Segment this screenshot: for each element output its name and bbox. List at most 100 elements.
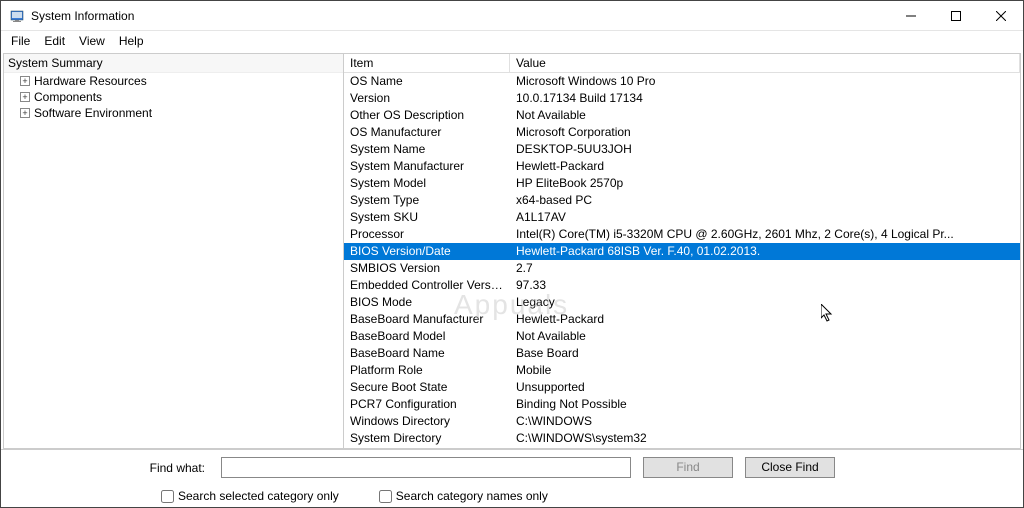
- menu-help[interactable]: Help: [113, 32, 150, 50]
- cell-item: Version: [344, 90, 510, 107]
- list-row[interactable]: Other OS DescriptionNot Available: [344, 107, 1020, 124]
- cell-item: Secure Boot State: [344, 379, 510, 396]
- find-input[interactable]: [221, 457, 631, 478]
- cell-value: Microsoft Windows 10 Pro: [510, 73, 1020, 90]
- window-title: System Information: [31, 9, 888, 23]
- close-find-button[interactable]: Close Find: [745, 457, 835, 478]
- tree-root-label[interactable]: System Summary: [4, 54, 343, 73]
- cell-value: Binding Not Possible: [510, 396, 1020, 413]
- cell-item: BaseBoard Name: [344, 345, 510, 362]
- list-row[interactable]: Version10.0.17134 Build 17134: [344, 90, 1020, 107]
- list-row[interactable]: Platform RoleMobile: [344, 362, 1020, 379]
- app-icon: [9, 8, 25, 24]
- search-selected-category-checkbox[interactable]: Search selected category only: [161, 489, 339, 503]
- column-header-item[interactable]: Item: [344, 54, 510, 72]
- list-row[interactable]: BIOS Version/DateHewlett-Packard 68ISB V…: [344, 243, 1020, 260]
- list-row[interactable]: BaseBoard ModelNot Available: [344, 328, 1020, 345]
- cell-value: Unsupported: [510, 379, 1020, 396]
- list-row[interactable]: PCR7 ConfigurationBinding Not Possible: [344, 396, 1020, 413]
- cell-item: BaseBoard Model: [344, 328, 510, 345]
- tree-item[interactable]: + Components: [4, 89, 343, 105]
- cell-value: 10.0.17134 Build 17134: [510, 90, 1020, 107]
- tree-item-label: Hardware Resources: [34, 74, 147, 88]
- cell-item: Windows Directory: [344, 413, 510, 430]
- cell-value: Legacy: [510, 294, 1020, 311]
- cell-value: 97.33: [510, 277, 1020, 294]
- list-row[interactable]: Windows DirectoryC:\WINDOWS: [344, 413, 1020, 430]
- content-area: System Summary + Hardware Resources + Compo…: [3, 53, 1021, 449]
- cell-item: System Type: [344, 192, 510, 209]
- list-row[interactable]: Secure Boot StateUnsupported: [344, 379, 1020, 396]
- menu-edit[interactable]: Edit: [38, 32, 71, 50]
- list-row[interactable]: System Typex64-based PC: [344, 192, 1020, 209]
- expand-icon[interactable]: +: [20, 76, 30, 86]
- list-row[interactable]: OS ManufacturerMicrosoft Corporation: [344, 124, 1020, 141]
- cell-value: Hewlett-Packard 68ISB Ver. F.40, 01.02.2…: [510, 243, 1020, 260]
- cell-value: A1L17AV: [510, 209, 1020, 226]
- cell-item: System Manufacturer: [344, 158, 510, 175]
- list-row[interactable]: System ManufacturerHewlett-Packard: [344, 158, 1020, 175]
- list-row[interactable]: BaseBoard NameBase Board: [344, 345, 1020, 362]
- cell-value: Base Board: [510, 345, 1020, 362]
- cell-value: Hewlett-Packard: [510, 311, 1020, 328]
- cell-value: Not Available: [510, 107, 1020, 124]
- cell-value: x64-based PC: [510, 192, 1020, 209]
- tree-item-label: Components: [34, 90, 102, 104]
- tree-item[interactable]: + Software Environment: [4, 105, 343, 121]
- cell-item: Processor: [344, 226, 510, 243]
- list-row[interactable]: System DirectoryC:\WINDOWS\system32: [344, 430, 1020, 447]
- minimize-button[interactable]: [888, 1, 933, 31]
- cell-item: BaseBoard Manufacturer: [344, 311, 510, 328]
- cell-item: BIOS Mode: [344, 294, 510, 311]
- cell-value: Intel(R) Core(TM) i5-3320M CPU @ 2.60GHz…: [510, 226, 1020, 243]
- cell-value: DESKTOP-5UU3JOH: [510, 141, 1020, 158]
- cell-value: 2.7: [510, 260, 1020, 277]
- cell-value: Microsoft Corporation: [510, 124, 1020, 141]
- expand-icon[interactable]: +: [20, 108, 30, 118]
- find-button[interactable]: Find: [643, 457, 733, 478]
- cell-item: System Name: [344, 141, 510, 158]
- cell-item: Boot Device: [344, 447, 510, 448]
- navigation-tree[interactable]: System Summary + Hardware Resources + Compo…: [4, 54, 344, 448]
- maximize-button[interactable]: [933, 1, 978, 31]
- cell-item: Embedded Controller Version: [344, 277, 510, 294]
- list-row[interactable]: OS NameMicrosoft Windows 10 Pro: [344, 73, 1020, 90]
- cell-item: OS Name: [344, 73, 510, 90]
- cell-item: BIOS Version/Date: [344, 243, 510, 260]
- tree-item[interactable]: + Hardware Resources: [4, 73, 343, 89]
- list-row[interactable]: BIOS ModeLegacy: [344, 294, 1020, 311]
- details-list[interactable]: Appuals Item Value OS NameMicrosoft Wind…: [344, 54, 1020, 448]
- find-bar: Find what: Find Close Find: [1, 449, 1023, 485]
- list-row[interactable]: System ModelHP EliteBook 2570p: [344, 175, 1020, 192]
- search-category-names-checkbox[interactable]: Search category names only: [379, 489, 548, 503]
- list-row[interactable]: Embedded Controller Version97.33: [344, 277, 1020, 294]
- cell-item: Other OS Description: [344, 107, 510, 124]
- cell-value: Not Available: [510, 328, 1020, 345]
- column-header-value[interactable]: Value: [510, 54, 1020, 72]
- menu-bar: File Edit View Help: [1, 31, 1023, 51]
- cell-item: OS Manufacturer: [344, 124, 510, 141]
- list-row[interactable]: System NameDESKTOP-5UU3JOH: [344, 141, 1020, 158]
- menu-view[interactable]: View: [73, 32, 111, 50]
- cell-value: \Device\HarddiskVolume1: [510, 447, 1020, 448]
- find-options: Search selected category only Search cat…: [1, 485, 1023, 507]
- expand-icon[interactable]: +: [20, 92, 30, 102]
- list-row[interactable]: BaseBoard ManufacturerHewlett-Packard: [344, 311, 1020, 328]
- cell-item: SMBIOS Version: [344, 260, 510, 277]
- cell-value: C:\WINDOWS: [510, 413, 1020, 430]
- cell-item: System SKU: [344, 209, 510, 226]
- cell-value: HP EliteBook 2570p: [510, 175, 1020, 192]
- list-row[interactable]: System SKUA1L17AV: [344, 209, 1020, 226]
- menu-file[interactable]: File: [5, 32, 36, 50]
- close-button[interactable]: [978, 1, 1023, 31]
- tree-item-label: Software Environment: [34, 106, 152, 120]
- title-bar: System Information: [1, 1, 1023, 31]
- cell-item: Platform Role: [344, 362, 510, 379]
- cell-value: Mobile: [510, 362, 1020, 379]
- list-row[interactable]: SMBIOS Version2.7: [344, 260, 1020, 277]
- list-row[interactable]: ProcessorIntel(R) Core(TM) i5-3320M CPU …: [344, 226, 1020, 243]
- list-row[interactable]: Boot Device\Device\HarddiskVolume1: [344, 447, 1020, 448]
- cell-value: Hewlett-Packard: [510, 158, 1020, 175]
- cell-item: System Model: [344, 175, 510, 192]
- cell-value: C:\WINDOWS\system32: [510, 430, 1020, 447]
